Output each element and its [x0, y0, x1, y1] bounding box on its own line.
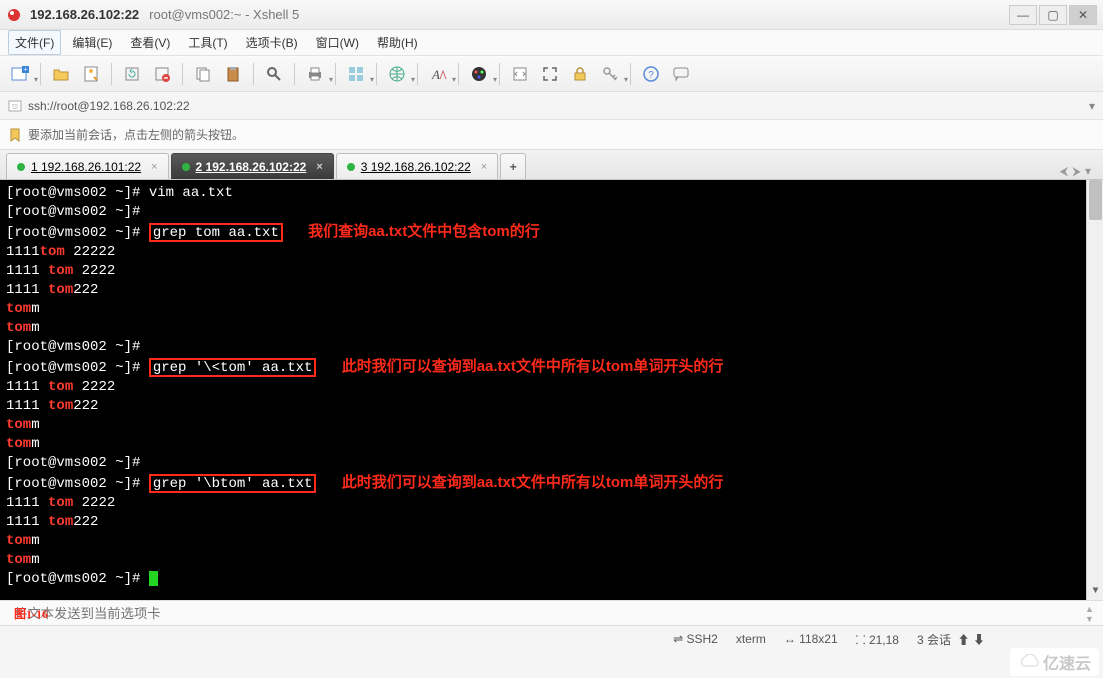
- font-icon[interactable]: A▾: [426, 62, 450, 86]
- send-input[interactable]: [14, 606, 314, 621]
- cmd-box-1: grep tom aa.txt: [149, 223, 283, 242]
- tab-nav-menu-icon[interactable]: ▾: [1085, 164, 1091, 179]
- tab-1[interactable]: 1 192.168.26.101:22 ×: [6, 153, 169, 179]
- bookmark-icon[interactable]: [8, 128, 22, 142]
- chat-icon[interactable]: [669, 62, 693, 86]
- layout-icon[interactable]: ▾: [344, 62, 368, 86]
- scroll-thumb[interactable]: [1089, 180, 1102, 220]
- status-sessions: 3 会话 ⬆ ⬇: [917, 631, 985, 648]
- status-term: xterm: [736, 632, 766, 646]
- menubar: 文件(F) 编辑(E) 查看(V) 工具(T) 选项卡(B) 窗口(W) 帮助(…: [0, 30, 1103, 56]
- menu-tools[interactable]: 工具(T): [181, 30, 234, 55]
- svg-text:⎋: ⎋: [12, 103, 18, 111]
- status-dot-icon: [17, 163, 25, 171]
- address-url[interactable]: ssh://root@192.168.26.102:22: [28, 99, 1083, 113]
- hint-text: 要添加当前会话，点击左侧的箭头按钮。: [28, 126, 244, 143]
- cmd-box-3: grep '\btom' aa.txt: [149, 474, 317, 493]
- lock-icon[interactable]: [568, 62, 592, 86]
- print-icon[interactable]: ▾: [303, 62, 327, 86]
- annotation-1: 我们查询aa.txt文件中包含tom的行: [308, 223, 540, 240]
- tab-close-icon[interactable]: ×: [316, 161, 322, 173]
- properties-icon[interactable]: [79, 62, 103, 86]
- menu-view[interactable]: 查看(V): [123, 30, 177, 55]
- app-icon: [6, 7, 22, 23]
- titlebar: 192.168.26.102:22 root@vms002:~ - Xshell…: [0, 0, 1103, 30]
- cmd-box-2: grep '\<tom' aa.txt: [149, 358, 317, 377]
- address-dropdown-icon[interactable]: ▾: [1089, 99, 1095, 113]
- status-pos: ⸬ 21,18: [856, 631, 899, 648]
- annotation-3: 此时我们可以查询到aa.txt文件中所有以tom单词开头的行: [342, 474, 724, 491]
- input-scroll[interactable]: ▲▼: [1085, 604, 1101, 622]
- status-size: ↔ 118x21: [784, 632, 838, 646]
- addressbar: ⎋ ssh://root@192.168.26.102:22 ▾: [0, 92, 1103, 120]
- tab-close-icon[interactable]: ×: [151, 161, 157, 173]
- tab-2[interactable]: 2 192.168.26.102:22 ×: [171, 153, 334, 179]
- watermark-logo: 亿速云: [1010, 648, 1099, 676]
- tab-add-button[interactable]: +: [500, 153, 526, 179]
- menu-window[interactable]: 窗口(W): [309, 30, 366, 55]
- tabbar: 1 192.168.26.101:22 × 2 192.168.26.102:2…: [0, 150, 1103, 180]
- minimize-button[interactable]: ―: [1009, 5, 1037, 25]
- find-icon[interactable]: [262, 62, 286, 86]
- menu-edit[interactable]: 编辑(E): [65, 30, 119, 55]
- status-proto: ⇌ SSH2: [673, 632, 718, 646]
- status-dot-icon: [182, 163, 190, 171]
- terminal-cursor: [149, 571, 158, 586]
- tab-label: 3 192.168.26.102:22: [361, 160, 471, 174]
- tab-nav-left-icon[interactable]: ⮜: [1060, 164, 1069, 179]
- tab-label: 1 192.168.26.101:22: [31, 160, 141, 174]
- color-icon[interactable]: ▾: [467, 62, 491, 86]
- svg-text:+: +: [23, 66, 27, 73]
- menu-tabs[interactable]: 选项卡(B): [239, 30, 305, 55]
- annotation-2: 此时我们可以查询到aa.txt文件中所有以tom单词开头的行: [342, 358, 724, 375]
- tab-label: 2 192.168.26.102:22: [196, 160, 307, 174]
- toolbar: +▾ ▾ ▾ ▾ A▾ ▾ ▾ ?: [0, 56, 1103, 92]
- tab-3[interactable]: 3 192.168.26.102:22 ×: [336, 153, 499, 179]
- reconnect-icon[interactable]: [120, 62, 144, 86]
- statusbar: ⇌ SSH2 xterm ↔ 118x21 ⸬ 21,18 3 会话 ⬆ ⬇: [0, 626, 1103, 652]
- tab-nav-right-icon[interactable]: ⮞: [1072, 164, 1081, 179]
- new-session-icon[interactable]: +▾: [8, 62, 32, 86]
- menu-help[interactable]: 帮助(H): [370, 30, 425, 55]
- send-input-bar[interactable]: 图1-16 ▲▼: [0, 600, 1103, 626]
- title-session: root@vms002:~ - Xshell 5: [149, 7, 299, 22]
- svg-text:?: ?: [648, 70, 654, 81]
- ssh-badge-icon: ⎋: [8, 99, 22, 113]
- terminal[interactable]: [root@vms002 ~]# vim aa.txt [root@vms002…: [0, 180, 1103, 600]
- maximize-button[interactable]: ▢: [1039, 5, 1067, 25]
- title-host: 192.168.26.102:22: [30, 7, 139, 22]
- open-icon[interactable]: [49, 62, 73, 86]
- menu-file[interactable]: 文件(F): [8, 30, 61, 55]
- scroll-down-icon[interactable]: ▼: [1087, 583, 1103, 600]
- help-icon[interactable]: ?: [639, 62, 663, 86]
- tab-close-icon[interactable]: ×: [481, 161, 487, 173]
- hintbar: 要添加当前会话，点击左侧的箭头按钮。: [0, 120, 1103, 150]
- terminal-scrollbar[interactable]: ▲ ▼: [1086, 180, 1103, 600]
- globe-icon[interactable]: ▾: [385, 62, 409, 86]
- close-button[interactable]: ✕: [1069, 5, 1097, 25]
- disconnect-icon[interactable]: [150, 62, 174, 86]
- script-icon[interactable]: [508, 62, 532, 86]
- figure-label: 图1-16: [14, 605, 48, 622]
- paste-icon[interactable]: [221, 62, 245, 86]
- fullscreen-icon[interactable]: [538, 62, 562, 86]
- key-icon[interactable]: ▾: [598, 62, 622, 86]
- status-dot-icon: [347, 163, 355, 171]
- copy-icon[interactable]: [191, 62, 215, 86]
- svg-text:A: A: [431, 67, 440, 82]
